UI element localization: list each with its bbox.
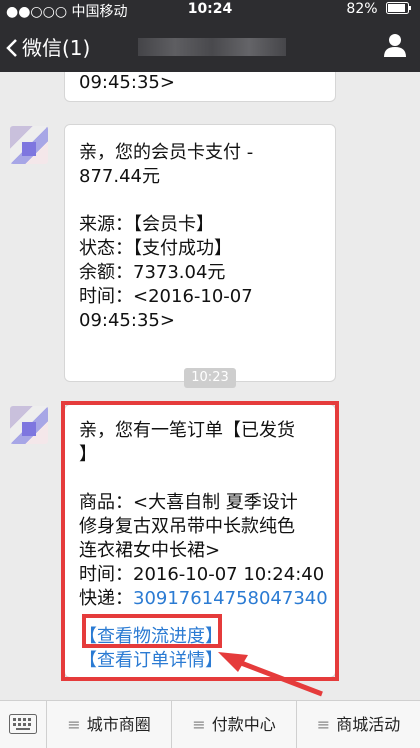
message-line — [79, 189, 253, 213]
avatar[interactable] — [10, 406, 48, 444]
message-line: 09:45:35> — [79, 72, 175, 93]
message-line: 状态：【支付成功】 — [79, 238, 232, 259]
status-right: 82% — [346, 1, 412, 17]
menu-label: 城市商圈 — [86, 715, 151, 734]
message-bubble: 亲，您的会员卡支付 - 877.44元 来源：【会员卡】 状态：【支付成功】 余… — [64, 124, 336, 382]
back-label: 微信(1) — [22, 36, 91, 60]
chat-area[interactable]: 09:45:35> 亲，您的会员卡支付 - 877.44元 来源：【会员卡】 状… — [0, 72, 420, 700]
message-line: 亲，您的会员卡支付 - — [79, 142, 254, 163]
time-divider: 10:23 — [184, 368, 236, 388]
message-line: 09:45:35> — [79, 310, 175, 331]
chat-title-pixelated — [138, 38, 286, 56]
bottom-menu-bar: ≡ 城市商圈 ≡ 付款中心 ≡ 商城活动 — [0, 700, 420, 748]
message-line: 877.44元 — [79, 166, 160, 187]
menu-icon: ≡ — [316, 715, 331, 734]
menu-label: 商城活动 — [336, 715, 401, 734]
message-line: 余额：7373.04元 — [79, 262, 226, 283]
keyboard-toggle[interactable] — [0, 701, 47, 748]
battery-icon — [386, 2, 411, 14]
chevron-left-icon — [6, 39, 17, 57]
menu-mall-activity[interactable]: ≡ 商城活动 — [297, 701, 420, 748]
highlight-box-logistics — [82, 614, 222, 648]
battery-percent: 82% — [346, 1, 378, 17]
keyboard-icon — [9, 714, 37, 734]
menu-city-circle[interactable]: ≡ 城市商圈 — [47, 701, 172, 748]
message-bubble: 09:45:35> — [64, 72, 336, 102]
menu-icon: ≡ — [192, 715, 206, 734]
menu-label: 付款中心 — [211, 715, 276, 734]
person-icon[interactable] — [384, 33, 406, 57]
message-line: 时间：<2016-10-07 — [79, 286, 253, 307]
status-bar: ●●○○○ 中国移动 10:24 82% — [0, 0, 420, 20]
menu-icon: ≡ — [67, 715, 81, 734]
menu-payment-center[interactable]: ≡ 付款中心 — [172, 701, 297, 748]
nav-bar: 微信(1) — [0, 20, 420, 72]
avatar[interactable] — [10, 126, 48, 164]
back-button[interactable]: 微信(1) — [6, 32, 90, 61]
message-line: 来源：【会员卡】 — [79, 214, 214, 235]
